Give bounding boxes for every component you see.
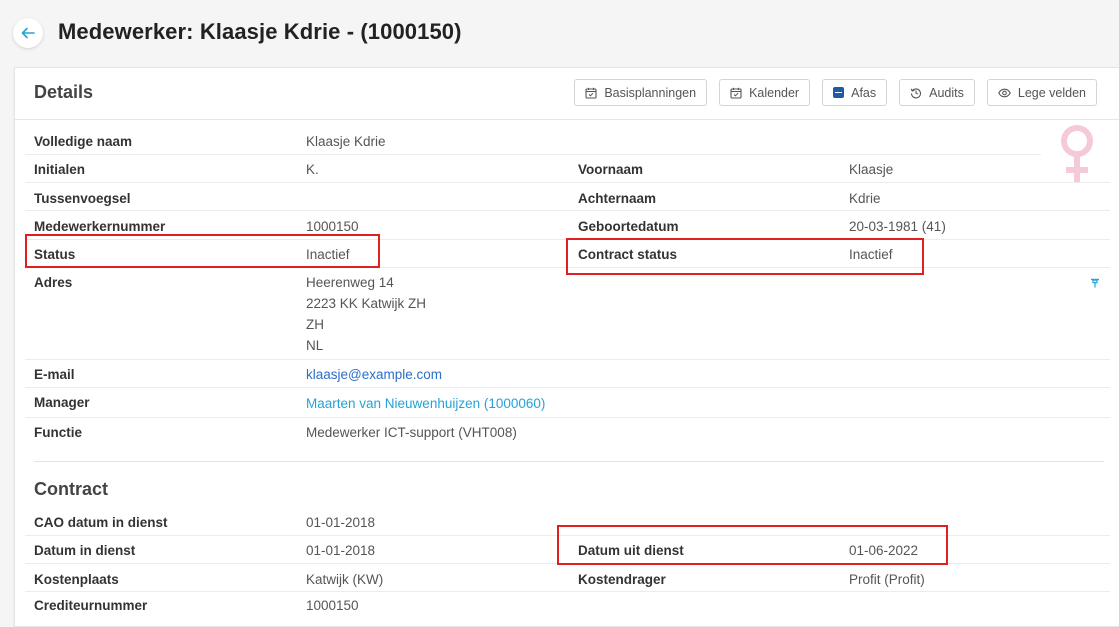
calendar-icon [585, 87, 597, 99]
label-email: E-mail [34, 367, 75, 382]
value-status: Inactief [306, 247, 350, 262]
label-volledige-naam: Volledige naam [34, 134, 133, 149]
audits-label: Audits [929, 85, 964, 100]
value-contract-status: Inactief [849, 247, 893, 262]
label-adres: Adres [34, 275, 73, 290]
value-adres-line-3: ZH [306, 317, 324, 332]
page-header: Medewerker: Klaasje Kdrie - (1000150) [0, 0, 1119, 67]
label-contract-status: Contract status [578, 247, 678, 262]
history-icon [910, 87, 922, 98]
row-status: Status Inactief Contract status Inactief [25, 240, 1110, 268]
value-cao-datum: 01-01-2018 [306, 515, 376, 530]
value-adres-line-1: Heerenweg 14 [306, 275, 394, 290]
row-email: E-mail klaasje@example.com [25, 360, 1110, 388]
card-header: Details Basisplanningen Kalender Afas Au… [15, 68, 1119, 120]
value-achternaam: Kdrie [849, 191, 881, 206]
value-initialen: K. [306, 162, 319, 177]
lege-velden-label: Lege velden [1017, 85, 1086, 100]
row-datum-in-dienst: Datum in dienst 01-01-2018 Datum uit die… [25, 536, 1110, 564]
value-adres-line-4: NL [306, 338, 324, 353]
back-button[interactable] [13, 18, 43, 48]
basisplanningen-button[interactable]: Basisplanningen [574, 79, 708, 106]
row-crediteurnummer: Crediteurnummer 1000150 [25, 592, 1110, 620]
basisplanningen-label: Basisplanningen [604, 85, 697, 100]
map-pin-icon[interactable] [1090, 278, 1100, 288]
email-link[interactable]: klaasje@example.com [306, 367, 442, 382]
eye-icon [998, 88, 1011, 97]
value-kostendrager: Profit (Profit) [849, 572, 925, 587]
contract-section-title: Contract [34, 479, 109, 499]
kalender-label: Kalender [749, 85, 800, 100]
label-crediteurnummer: Crediteurnummer [34, 598, 148, 613]
row-medewerkernummer: Medewerkernummer 1000150 Geboortedatum 2… [25, 212, 1110, 240]
value-adres-line-2: 2223 KK Katwijk ZH [306, 296, 427, 311]
value-geboortedatum: 20-03-1981 (41) [849, 219, 946, 234]
label-geboortedatum: Geboortedatum [578, 219, 679, 234]
value-crediteurnummer: 1000150 [306, 598, 359, 613]
afas-label: Afas [851, 85, 877, 100]
lege-velden-button[interactable]: Lege velden [986, 79, 1097, 106]
calendar-icon [730, 87, 742, 99]
value-volledige-naam: Klaasje Kdrie [306, 134, 386, 149]
arrow-left-icon [21, 27, 35, 39]
value-voornaam: Klaasje [849, 162, 894, 177]
value-datum-uit-dienst: 01-06-2022 [849, 543, 919, 558]
row-cao-datum: CAO datum in dienst 01-01-2018 [25, 508, 1110, 536]
row-kostenplaats: Kostenplaats Katwijk (KW) Kostendrager P… [25, 564, 1110, 592]
label-kostendrager: Kostendrager [578, 572, 666, 587]
label-status: Status [34, 247, 76, 262]
audits-button[interactable]: Audits [899, 79, 975, 106]
label-functie: Functie [34, 425, 83, 440]
label-kostenplaats: Kostenplaats [34, 572, 119, 587]
row-manager: Manager Maarten van Nieuwenhuijzen (1000… [25, 388, 1110, 418]
row-tussenvoegsel: Tussenvoegsel Achternaam Kdrie [25, 183, 1110, 211]
row-volledige-naam: Volledige naam Klaasje Kdrie [25, 127, 1041, 155]
row-functie: Functie Medewerker ICT-support (VHT008) [25, 418, 1110, 446]
label-datum-in-dienst: Datum in dienst [34, 543, 136, 558]
afas-button[interactable]: Afas [822, 79, 888, 106]
label-manager: Manager [34, 395, 90, 410]
card-title: Details [34, 82, 94, 102]
page-title: Medewerker: Klaasje Kdrie - (1000150) [58, 19, 462, 44]
label-initialen: Initialen [34, 162, 86, 177]
section-divider [34, 461, 1104, 462]
row-adres: Adres Heerenweg 14 2223 KK Katwijk ZH ZH… [25, 268, 1110, 360]
details-card: Details Basisplanningen Kalender Afas Au… [14, 67, 1119, 627]
label-datum-uit-dienst: Datum uit dienst [578, 543, 684, 558]
kalender-button[interactable]: Kalender [719, 79, 811, 106]
manager-link[interactable]: Maarten van Nieuwenhuijzen (1000060) [306, 396, 545, 411]
label-voornaam: Voornaam [578, 162, 644, 177]
value-kostenplaats: Katwijk (KW) [306, 572, 384, 587]
value-datum-in-dienst: 01-01-2018 [306, 543, 376, 558]
value-functie: Medewerker ICT-support (VHT008) [306, 425, 517, 440]
toolbar: Basisplanningen Kalender Afas Audits Leg… [574, 79, 1097, 106]
label-cao-datum: CAO datum in dienst [34, 515, 168, 530]
afas-icon [833, 87, 845, 98]
label-medewerkernummer: Medewerkernummer [34, 219, 166, 234]
value-medewerkernummer: 1000150 [306, 219, 359, 234]
label-tussenvoegsel: Tussenvoegsel [34, 191, 131, 206]
row-initialen: Initialen K. Voornaam Klaasje [25, 155, 1110, 183]
label-achternaam: Achternaam [578, 191, 657, 206]
